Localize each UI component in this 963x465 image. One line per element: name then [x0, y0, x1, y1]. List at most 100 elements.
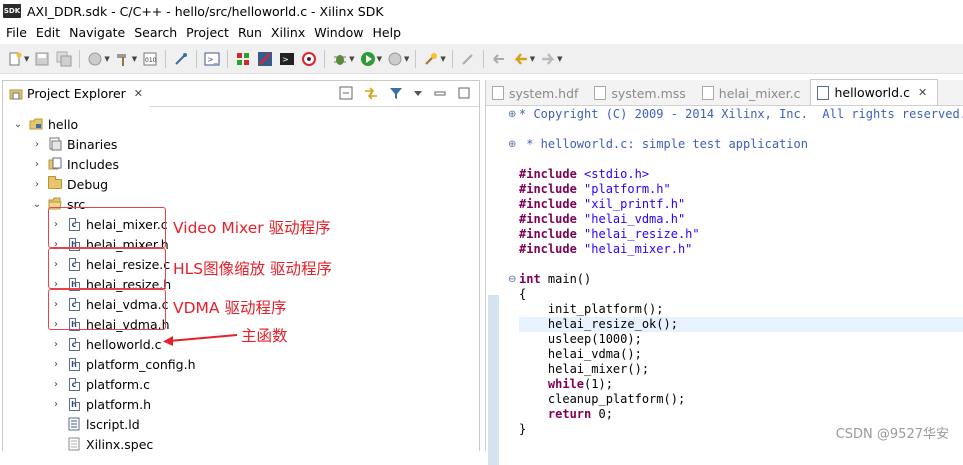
project-explorer-panel: Project Explorer ✕ ⌄ hello › Binaries › …	[2, 80, 480, 454]
tree-item-label: Debug	[67, 176, 109, 192]
vdma-group-box	[48, 289, 166, 330]
new-dropdown-icon[interactable]: ▼	[24, 55, 29, 63]
tab-system-hdf[interactable]: system.hdf	[486, 81, 588, 105]
tree-item-debug[interactable]: › Debug	[32, 174, 108, 194]
code-line-include: #include "platform.h"	[519, 182, 671, 196]
tree-item-platform-c[interactable]: › c platform.c	[51, 374, 150, 394]
window-title: AXI_DDR.sdk - C/C++ - hello/src/hellowor…	[27, 3, 384, 19]
build-config-icon[interactable]	[87, 51, 103, 67]
editor-gutter	[486, 107, 504, 465]
binary-icon[interactable]: 010	[142, 51, 158, 67]
save-all-icon[interactable]	[56, 51, 72, 67]
build-config-dropdown-icon[interactable]: ▼	[104, 55, 109, 63]
chevron-down-icon[interactable]: ⌄	[32, 199, 42, 210]
collapse-all-icon[interactable]	[339, 86, 353, 103]
forward-dropdown-icon[interactable]: ▼	[557, 55, 562, 63]
tree-item-platform-h[interactable]: › h platform.h	[51, 394, 151, 414]
back-dropdown-icon[interactable]: ▼	[530, 55, 535, 63]
forward-icon[interactable]	[540, 51, 556, 67]
program-fpga-icon[interactable]	[235, 51, 251, 67]
chevron-down-icon[interactable]: ⌄	[13, 119, 23, 130]
tree-item-hello[interactable]: ⌄ hello	[13, 114, 78, 134]
collapse-fold-icon[interactable]: ⊖	[508, 274, 516, 285]
tree-item-helloworld-c[interactable]: › c helloworld.c	[51, 334, 161, 354]
chevron-right-icon[interactable]: ›	[51, 359, 61, 370]
hdf-file-icon	[492, 86, 504, 100]
menu-file[interactable]: File	[0, 25, 31, 40]
tree-item-xilinx-spec[interactable]: Xilinx.spec	[67, 434, 153, 454]
hardware-icon[interactable]	[257, 51, 273, 67]
terminal-icon[interactable]: >_	[204, 51, 220, 67]
toolbar-separator	[324, 49, 326, 68]
back-icon[interactable]	[513, 51, 529, 67]
save-icon[interactable]	[34, 51, 50, 67]
tree-item-label: Xilinx.spec	[86, 436, 154, 452]
project-explorer-tabbar: Project Explorer ✕	[3, 80, 479, 107]
main-toolbar: ▼ ▼ ▼ 010 >_ > ▼ ▼ ▼ ▼ ▼ ▼	[0, 44, 963, 74]
expand-fold-icon[interactable]: ⊕	[508, 109, 516, 120]
new-icon[interactable]	[7, 51, 23, 67]
external-tools-icon[interactable]	[423, 51, 439, 67]
tab-system-mss[interactable]: system.mss	[588, 81, 695, 105]
filter-icon[interactable]	[389, 86, 403, 103]
debug-dropdown-icon[interactable]: ▼	[349, 55, 354, 63]
menu-search[interactable]: Search	[129, 25, 181, 40]
chevron-right-icon[interactable]: ›	[32, 179, 42, 190]
profile-dropdown-icon[interactable]: ▼	[404, 55, 409, 63]
run-icon[interactable]	[360, 51, 376, 67]
code-line-vdma: helai_vdma();	[519, 347, 642, 361]
menu-window[interactable]: Window	[309, 25, 367, 40]
menu-project[interactable]: Project	[181, 25, 233, 40]
xmd-icon[interactable]	[301, 51, 317, 67]
project-explorer-title: Project Explorer	[27, 86, 126, 101]
close-icon[interactable]: ✕	[918, 86, 927, 99]
debug-bug-icon[interactable]	[332, 51, 348, 67]
menu-help[interactable]: Help	[368, 25, 406, 40]
code-line-include: #include <stdio.h>	[519, 167, 650, 181]
menu-navigate[interactable]: Navigate	[64, 25, 129, 40]
project-explorer-icon	[9, 87, 23, 101]
code-line-include: #include "helai_vdma.h"	[519, 212, 686, 226]
linker-script-icon	[67, 417, 81, 431]
code-line-include: #include "xil_printf.h"	[519, 197, 686, 211]
code-line-mixer: helai_mixer();	[519, 362, 650, 376]
maximize-icon[interactable]	[457, 86, 471, 103]
tree-item-lscript-ld[interactable]: lscript.ld	[67, 414, 140, 434]
expand-fold-icon[interactable]: ⊕	[508, 139, 516, 150]
chevron-right-icon[interactable]: ›	[32, 159, 42, 170]
code-line-comment: * helloworld.c: simple test application	[519, 137, 808, 151]
code-line-init: init_platform();	[519, 302, 664, 316]
chevron-right-icon[interactable]: ›	[32, 139, 42, 150]
project-explorer-tab[interactable]: Project Explorer ✕	[3, 80, 150, 107]
last-edit-icon[interactable]	[491, 51, 507, 67]
profile-icon[interactable]	[387, 51, 403, 67]
hammer-build-icon[interactable]	[115, 51, 131, 67]
console-icon[interactable]: >	[279, 51, 295, 67]
tab-helai-mixer-c[interactable]: helai_mixer.c	[696, 81, 811, 105]
spec-file-icon	[67, 437, 81, 451]
tree-item-platform-config-h[interactable]: › h platform_config.h	[51, 354, 196, 374]
menu-edit[interactable]: Edit	[31, 25, 64, 40]
svg-text:>: >	[282, 55, 289, 64]
tab-helloworld-c[interactable]: helloworld.c ✕	[810, 79, 939, 105]
external-tools-dropdown-icon[interactable]: ▼	[440, 55, 445, 63]
chevron-right-icon[interactable]: ›	[51, 379, 61, 390]
tree-item-binaries[interactable]: › Binaries	[32, 134, 117, 154]
chevron-right-icon[interactable]: ›	[51, 399, 61, 410]
build-dropdown-icon[interactable]: ▼	[132, 55, 137, 63]
sdk-logo: SDK	[3, 4, 21, 18]
binaries-icon	[48, 137, 62, 151]
minimize-icon[interactable]	[433, 86, 447, 103]
link-with-editor-icon[interactable]	[363, 86, 379, 103]
tree-item-includes[interactable]: › Includes	[32, 154, 119, 174]
menu-xilinx[interactable]: Xilinx	[266, 25, 309, 40]
view-menu-icon[interactable]	[413, 86, 423, 103]
menu-run[interactable]: Run	[233, 25, 266, 40]
debug-tool-icon[interactable]	[173, 51, 189, 67]
edit-icon[interactable]	[460, 51, 476, 67]
close-icon[interactable]: ✕	[134, 87, 143, 100]
code-line-include: #include "helai_mixer.h"	[519, 242, 693, 256]
run-dropdown-icon[interactable]: ▼	[377, 55, 382, 63]
h-file-icon: h	[67, 357, 81, 371]
chevron-right-icon[interactable]: ›	[51, 339, 61, 350]
